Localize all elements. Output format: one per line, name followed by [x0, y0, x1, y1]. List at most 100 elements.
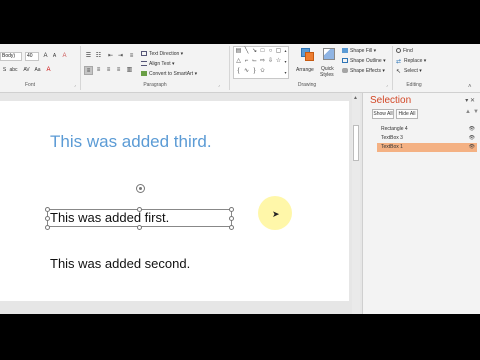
arrange-button[interactable]: Arrange: [296, 46, 318, 80]
bullets-button[interactable]: ☰: [84, 52, 93, 61]
increase-indent-button[interactable]: ⇥: [116, 52, 125, 61]
close-icon[interactable]: ✕: [470, 98, 475, 104]
triangle-shape-icon[interactable]: △: [235, 58, 242, 65]
find-button[interactable]: Find: [396, 48, 413, 54]
paint-bucket-icon: [342, 48, 348, 53]
curve-shape-icon[interactable]: ∿: [243, 68, 250, 75]
justify-button[interactable]: ≡: [114, 66, 123, 75]
brace-shape-icon[interactable]: }: [251, 68, 258, 75]
line-spacing-button[interactable]: ≡: [127, 52, 136, 61]
gallery-up-icon[interactable]: ▴: [282, 47, 289, 54]
right-arrow-shape-icon[interactable]: ⇨: [259, 58, 266, 65]
shadow-button[interactable]: S: [0, 66, 9, 75]
rounded-rect-shape-icon[interactable]: ▢: [275, 48, 282, 55]
rectangle-shape-icon[interactable]: □: [259, 48, 266, 55]
align-right-button[interactable]: ≡: [104, 66, 113, 75]
drawing-dialog-launcher[interactable]: ⌟: [386, 82, 388, 87]
change-case-button[interactable]: Aa: [33, 66, 42, 75]
list-item-selected[interactable]: TextBox 1 👁: [377, 143, 477, 152]
editing-group-label: Editing: [406, 82, 422, 88]
vertical-scrollbar[interactable]: ▲: [352, 93, 360, 314]
connector-shape-icon[interactable]: ⌐: [243, 58, 250, 65]
show-all-button[interactable]: Show All: [372, 109, 394, 119]
hide-all-button[interactable]: Hide All: [396, 109, 418, 119]
shape-outline-button[interactable]: Shape Outline ▾: [342, 58, 386, 64]
object-name: Rectangle 4: [381, 126, 408, 132]
list-item[interactable]: Rectangle 4 👁: [377, 125, 477, 134]
oval-shape-icon[interactable]: ○: [267, 48, 274, 55]
quick-styles-button[interactable]: Quick Styles: [319, 46, 341, 82]
send-backward-icon[interactable]: ▼: [473, 109, 479, 115]
separator: [229, 46, 230, 90]
character-spacing-button[interactable]: AV: [22, 66, 31, 75]
text-direction-button[interactable]: Text Direction ▾: [141, 51, 183, 57]
object-name: TextBox 1: [381, 144, 403, 150]
grow-font-button[interactable]: A: [41, 52, 50, 61]
bring-forward-icon[interactable]: ▲: [465, 109, 471, 115]
font-group-label: Font: [24, 82, 35, 88]
columns-button[interactable]: ▥: [125, 66, 134, 75]
shape-effects-button[interactable]: Shape Effects ▾: [342, 68, 385, 74]
textbox-added-first[interactable]: This was added first.: [50, 210, 169, 225]
collapse-ribbon-icon[interactable]: ˄: [468, 84, 472, 90]
bracket-shape-icon[interactable]: {: [235, 68, 242, 75]
scroll-up-icon[interactable]: ▲: [353, 95, 358, 101]
shape-fill-button[interactable]: Shape Fill ▾: [342, 48, 376, 54]
slide-canvas[interactable]: [0, 101, 349, 301]
resize-handle[interactable]: [137, 225, 142, 230]
text-direction-label: Text Direction: [149, 51, 180, 57]
cursor-arrow-icon: ↖: [396, 69, 402, 75]
selection-object-list: Rectangle 4 👁 TextBox 3 👁 TextBox 1 👁: [377, 125, 477, 152]
shape-effects-icon: [342, 68, 348, 73]
textbox-added-third[interactable]: This was added third.: [50, 132, 212, 152]
replace-button[interactable]: ⇄ Replace ▾: [396, 58, 426, 65]
font-dialog-launcher[interactable]: ⌟: [74, 82, 76, 87]
star-shape-icon[interactable]: ☆: [275, 58, 282, 65]
select-button[interactable]: ↖ Select ▾: [396, 68, 422, 75]
shrink-font-button[interactable]: A: [50, 52, 59, 61]
resize-handle[interactable]: [229, 216, 234, 221]
text-direction-icon: [141, 51, 147, 56]
decrease-indent-button[interactable]: ⇤: [106, 52, 115, 61]
pane-controls: ▾ ✕: [465, 97, 475, 104]
shapes-gallery[interactable]: ▤ ╲ ↘ □ ○ ▢ △ ⌐ ⌙ ⇨ ⇩ ☆ { ∿ } ✩ ▴ ▾ ▾: [233, 46, 289, 79]
font-size-value: 40: [27, 53, 33, 59]
eye-icon[interactable]: 👁: [469, 134, 475, 143]
convert-smartart-button[interactable]: Convert to SmartArt ▾: [141, 71, 197, 77]
quick-styles-label-2: Styles: [320, 72, 334, 78]
resize-handle[interactable]: [45, 225, 50, 230]
align-left-button[interactable]: ≡: [84, 66, 93, 75]
arrow-shape-icon[interactable]: ↘: [251, 48, 258, 55]
text-box-shape-icon[interactable]: ▤: [235, 48, 242, 55]
font-size-combo[interactable]: 40: [25, 52, 39, 61]
numbering-button[interactable]: ☷: [94, 52, 103, 61]
clear-formatting-button[interactable]: A: [60, 52, 69, 61]
select-label: Select: [404, 68, 418, 74]
align-text-button[interactable]: Align Text ▾: [141, 61, 175, 67]
scrollbar-thumb[interactable]: [353, 125, 359, 161]
resize-handle[interactable]: [229, 225, 234, 230]
list-item[interactable]: TextBox 3 👁: [377, 134, 477, 143]
line-shape-icon[interactable]: ╲: [243, 48, 250, 55]
textbox-added-second[interactable]: This was added second.: [50, 256, 190, 271]
paragraph-dialog-launcher[interactable]: ⌟: [218, 82, 220, 87]
font-name-combo[interactable]: Body): [0, 52, 22, 61]
gallery-down-icon[interactable]: ▾: [282, 58, 289, 65]
strikethrough-button[interactable]: abc: [9, 66, 18, 75]
gallery-more-icon[interactable]: ▾: [282, 69, 289, 76]
screen: Body) 40 A A A S abc AV Aa A Font ⌟ ☰ ☷ …: [0, 0, 480, 360]
pane-options-icon[interactable]: ▾: [465, 98, 468, 104]
resize-handle[interactable]: [229, 207, 234, 212]
quick-styles-icon: [323, 48, 335, 60]
separator: [392, 46, 393, 90]
star-shape-icon[interactable]: ✩: [259, 68, 266, 75]
drawing-group-label: Drawing: [297, 82, 317, 88]
rotation-handle-icon[interactable]: [136, 184, 145, 193]
separator: [80, 46, 81, 90]
down-arrow-shape-icon[interactable]: ⇩: [267, 58, 274, 65]
eye-icon[interactable]: 👁: [469, 143, 475, 152]
center-button[interactable]: ≡: [94, 66, 103, 75]
font-color-button[interactable]: A: [44, 66, 53, 75]
elbow-shape-icon[interactable]: ⌙: [251, 58, 258, 65]
eye-icon[interactable]: 👁: [469, 125, 475, 134]
